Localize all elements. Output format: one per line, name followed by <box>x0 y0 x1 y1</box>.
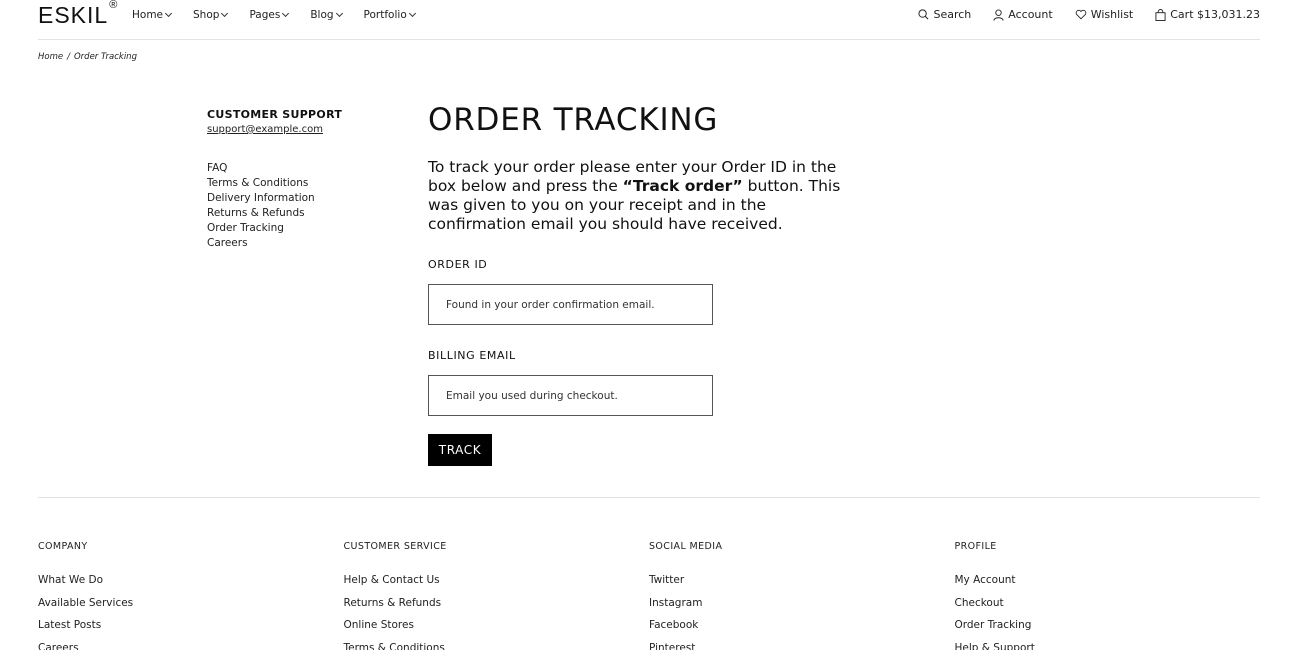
footer-link[interactable]: Terms & Conditions <box>344 637 650 650</box>
footer-link[interactable]: My Account <box>955 569 1261 592</box>
nav-item-portfolio[interactable]: Portfolio <box>363 9 416 21</box>
footer-column-company: COMPANY What We Do Available Services La… <box>38 541 344 650</box>
cart-label: Cart $13,031.23 <box>1170 8 1260 21</box>
sidebar-title: CUSTOMER SUPPORT <box>207 108 343 121</box>
footer-link[interactable]: Checkout <box>955 592 1261 615</box>
footer-link[interactable]: Order Tracking <box>955 614 1261 637</box>
order-id-label: ORDER ID <box>428 258 488 271</box>
nav-label: Blog <box>310 9 334 21</box>
chevron-down-icon <box>282 9 290 18</box>
sidebar-link-careers[interactable]: Careers <box>207 236 367 251</box>
footer-heading: SOCIAL MEDIA <box>649 541 723 552</box>
intro-text: To track your order please enter your Or… <box>428 158 858 234</box>
chevron-down-icon <box>408 9 416 18</box>
intro-text-bold: “Track order” <box>622 177 743 195</box>
wishlist-label: Wishlist <box>1090 8 1134 21</box>
footer-heading: PROFILE <box>954 541 997 552</box>
billing-email-label: BILLING EMAIL <box>428 349 516 362</box>
chevron-down-icon <box>221 9 229 18</box>
sidebar-link-faq[interactable]: FAQ <box>207 161 367 176</box>
sidebar-link-delivery[interactable]: Delivery Information <box>207 191 367 206</box>
nav-item-blog[interactable]: Blog <box>310 9 343 21</box>
sidebar-link-returns[interactable]: Returns & Refunds <box>207 206 367 221</box>
billing-email-input[interactable] <box>428 375 713 416</box>
breadcrumb-home-link[interactable]: Home <box>38 52 63 62</box>
footer-link[interactable]: Pinterest <box>649 637 955 650</box>
breadcrumb-separator: / <box>67 52 70 62</box>
nav-label: Home <box>132 9 164 21</box>
nav-label: Pages <box>249 9 281 21</box>
wishlist-button[interactable]: Wishlist <box>1075 8 1134 21</box>
header-actions: Search Account Wishlist Cart $13,031.23 <box>896 8 1260 21</box>
footer-column-profile: PROFILE My Account Checkout Order Tracki… <box>955 541 1261 650</box>
search-button[interactable]: Search <box>918 8 971 21</box>
sidebar-link-order-tracking[interactable]: Order Tracking <box>207 221 367 236</box>
nav-label: Shop <box>193 9 220 21</box>
nav-item-home[interactable]: Home <box>132 9 173 21</box>
footer-divider <box>38 497 1260 498</box>
footer-link[interactable]: What We Do <box>38 569 344 592</box>
site-header: ESKIL® Home Shop Pages Blog Portfolio Se… <box>38 0 1260 40</box>
footer-heading: COMPANY <box>38 541 88 552</box>
nav-item-shop[interactable]: Shop <box>193 9 229 21</box>
footer-link[interactable]: Online Stores <box>344 614 650 637</box>
registered-mark: ® <box>109 0 119 12</box>
support-sidebar: CUSTOMER SUPPORT support@example.com FAQ… <box>207 108 367 251</box>
track-button[interactable]: TRACK <box>428 434 492 466</box>
footer-link[interactable]: Careers <box>38 637 344 650</box>
order-tracking-form: ORDER TRACKING To track your order pleas… <box>428 100 868 466</box>
page-title: ORDER TRACKING <box>428 102 719 138</box>
breadcrumb: Home / Order Tracking <box>38 52 137 62</box>
support-email-link[interactable]: support@example.com <box>207 124 367 135</box>
footer-link[interactable]: Latest Posts <box>38 614 344 637</box>
breadcrumb-current: Order Tracking <box>73 52 137 62</box>
footer-link[interactable]: Help & Support <box>955 637 1261 650</box>
heart-icon <box>1075 9 1086 20</box>
sidebar-link-terms[interactable]: Terms & Conditions <box>207 176 367 191</box>
footer-column-social-media: SOCIAL MEDIA Twitter Instagram Facebook … <box>649 541 955 650</box>
search-label: Search <box>933 8 972 21</box>
order-id-input[interactable] <box>428 284 713 325</box>
logo[interactable]: ESKIL® <box>38 0 119 29</box>
chevron-down-icon <box>335 9 343 18</box>
site-footer: COMPANY What We Do Available Services La… <box>38 541 1260 650</box>
footer-link[interactable]: Instagram <box>649 592 955 615</box>
chevron-down-icon <box>164 9 173 18</box>
footer-link[interactable]: Facebook <box>649 614 955 637</box>
account-label: Account <box>1008 8 1053 21</box>
search-icon <box>918 9 929 20</box>
footer-link[interactable]: Help & Contact Us <box>344 569 650 592</box>
footer-heading: CUSTOMER SERVICE <box>343 541 447 552</box>
shopping-bag-icon <box>1155 8 1166 21</box>
footer-link[interactable]: Available Services <box>38 592 344 615</box>
footer-column-customer-service: CUSTOMER SERVICE Help & Contact Us Retur… <box>344 541 650 650</box>
nav-item-pages[interactable]: Pages <box>249 9 290 21</box>
main-nav: Home Shop Pages Blog Portfolio <box>132 9 437 21</box>
cart-button[interactable]: Cart $13,031.23 <box>1155 8 1260 21</box>
nav-label: Portfolio <box>363 9 407 21</box>
footer-link[interactable]: Returns & Refunds <box>344 592 650 615</box>
sidebar-links: FAQ Terms & Conditions Delivery Informat… <box>207 161 367 251</box>
footer-link[interactable]: Twitter <box>649 569 955 592</box>
user-icon <box>993 9 1004 21</box>
logo-text: ESKIL <box>38 2 109 28</box>
account-button[interactable]: Account <box>993 8 1053 21</box>
